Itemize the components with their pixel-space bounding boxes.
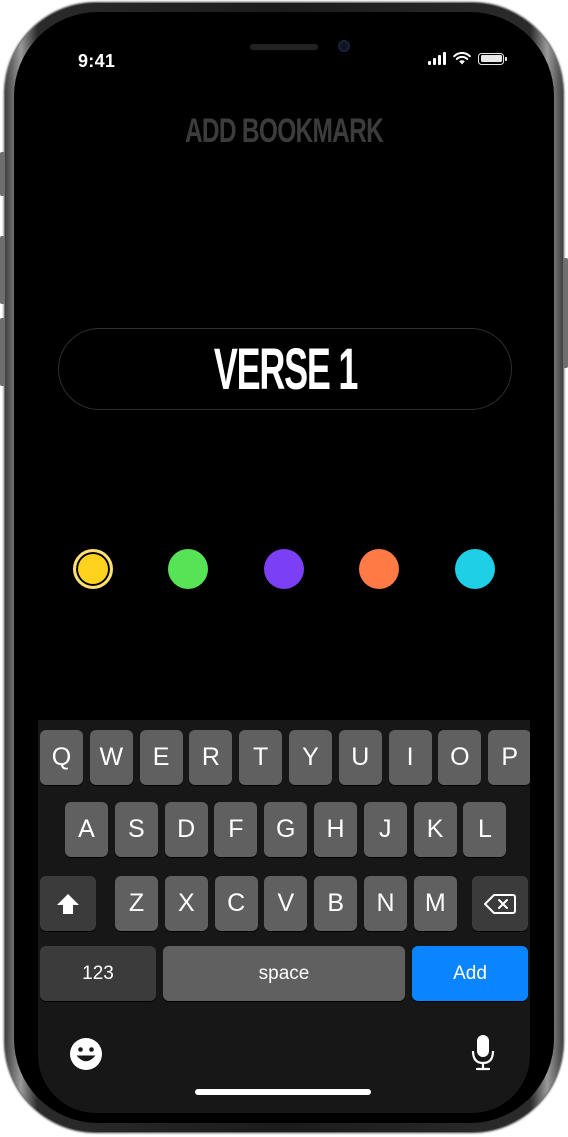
volume-down-button bbox=[0, 318, 5, 386]
shift-key[interactable] bbox=[40, 876, 96, 931]
key-d[interactable]: D bbox=[164, 802, 208, 857]
cellular-signal-icon bbox=[428, 52, 446, 65]
key-h[interactable]: H bbox=[314, 802, 357, 857]
volume-up-button bbox=[0, 236, 5, 304]
add-button[interactable]: Add bbox=[412, 946, 528, 1001]
shift-icon bbox=[57, 893, 79, 914]
key-g[interactable]: G bbox=[264, 802, 308, 857]
key-t[interactable]: T bbox=[239, 730, 283, 785]
key-w[interactable]: W bbox=[89, 730, 133, 785]
numbers-key[interactable]: 123 bbox=[40, 946, 156, 1001]
color-picker bbox=[38, 549, 530, 589]
key-y[interactable]: Y bbox=[289, 730, 332, 785]
color-swatch-cyan[interactable] bbox=[455, 549, 495, 589]
bookmark-name-value: VERSE 1 bbox=[213, 336, 357, 402]
mute-switch bbox=[0, 152, 5, 196]
key-f[interactable]: F bbox=[214, 802, 258, 857]
key-k[interactable]: K bbox=[413, 802, 457, 857]
wifi-icon bbox=[453, 52, 471, 65]
key-v[interactable]: V bbox=[264, 876, 308, 931]
backspace-icon bbox=[484, 893, 516, 914]
backspace-key[interactable] bbox=[472, 876, 528, 931]
emoji-icon[interactable] bbox=[68, 1036, 104, 1072]
key-m[interactable]: M bbox=[413, 876, 457, 931]
screen: 9:41 ADD BOOKMARK VERSE 1 QWERTYUIOP ASD… bbox=[38, 24, 530, 1113]
key-p[interactable]: P bbox=[488, 730, 530, 785]
microphone-icon[interactable] bbox=[471, 1034, 495, 1072]
color-swatch-green[interactable] bbox=[168, 549, 208, 589]
page-title: ADD BOOKMARK bbox=[184, 112, 384, 150]
key-o[interactable]: O bbox=[438, 730, 482, 785]
home-indicator bbox=[195, 1089, 371, 1095]
status-icons bbox=[428, 52, 507, 65]
key-q[interactable]: Q bbox=[40, 730, 83, 785]
key-i[interactable]: I bbox=[388, 730, 432, 785]
keyboard: QWERTYUIOP ASDFGHJKL ZXCVBNM 123 space A… bbox=[38, 720, 530, 1113]
bookmark-name-input[interactable]: VERSE 1 bbox=[58, 328, 512, 410]
space-key[interactable]: space bbox=[163, 946, 405, 1001]
key-l[interactable]: L bbox=[463, 802, 507, 857]
key-x[interactable]: X bbox=[164, 876, 208, 931]
battery-icon bbox=[478, 52, 507, 65]
speaker bbox=[250, 44, 318, 50]
key-r[interactable]: R bbox=[189, 730, 233, 785]
key-e[interactable]: E bbox=[139, 730, 183, 785]
color-swatch-yellow[interactable] bbox=[73, 549, 113, 589]
key-s[interactable]: S bbox=[114, 802, 158, 857]
key-z[interactable]: Z bbox=[115, 876, 158, 931]
color-swatch-orange[interactable] bbox=[359, 549, 399, 589]
key-c[interactable]: C bbox=[214, 876, 258, 931]
key-u[interactable]: U bbox=[338, 730, 382, 785]
status-time: 9:41 bbox=[78, 51, 116, 71]
key-j[interactable]: J bbox=[363, 802, 407, 857]
power-button bbox=[563, 258, 568, 368]
key-a[interactable]: A bbox=[65, 802, 108, 857]
key-b[interactable]: B bbox=[314, 876, 358, 931]
front-camera bbox=[338, 40, 350, 52]
color-swatch-purple[interactable] bbox=[264, 549, 304, 589]
key-n[interactable]: N bbox=[364, 876, 407, 931]
